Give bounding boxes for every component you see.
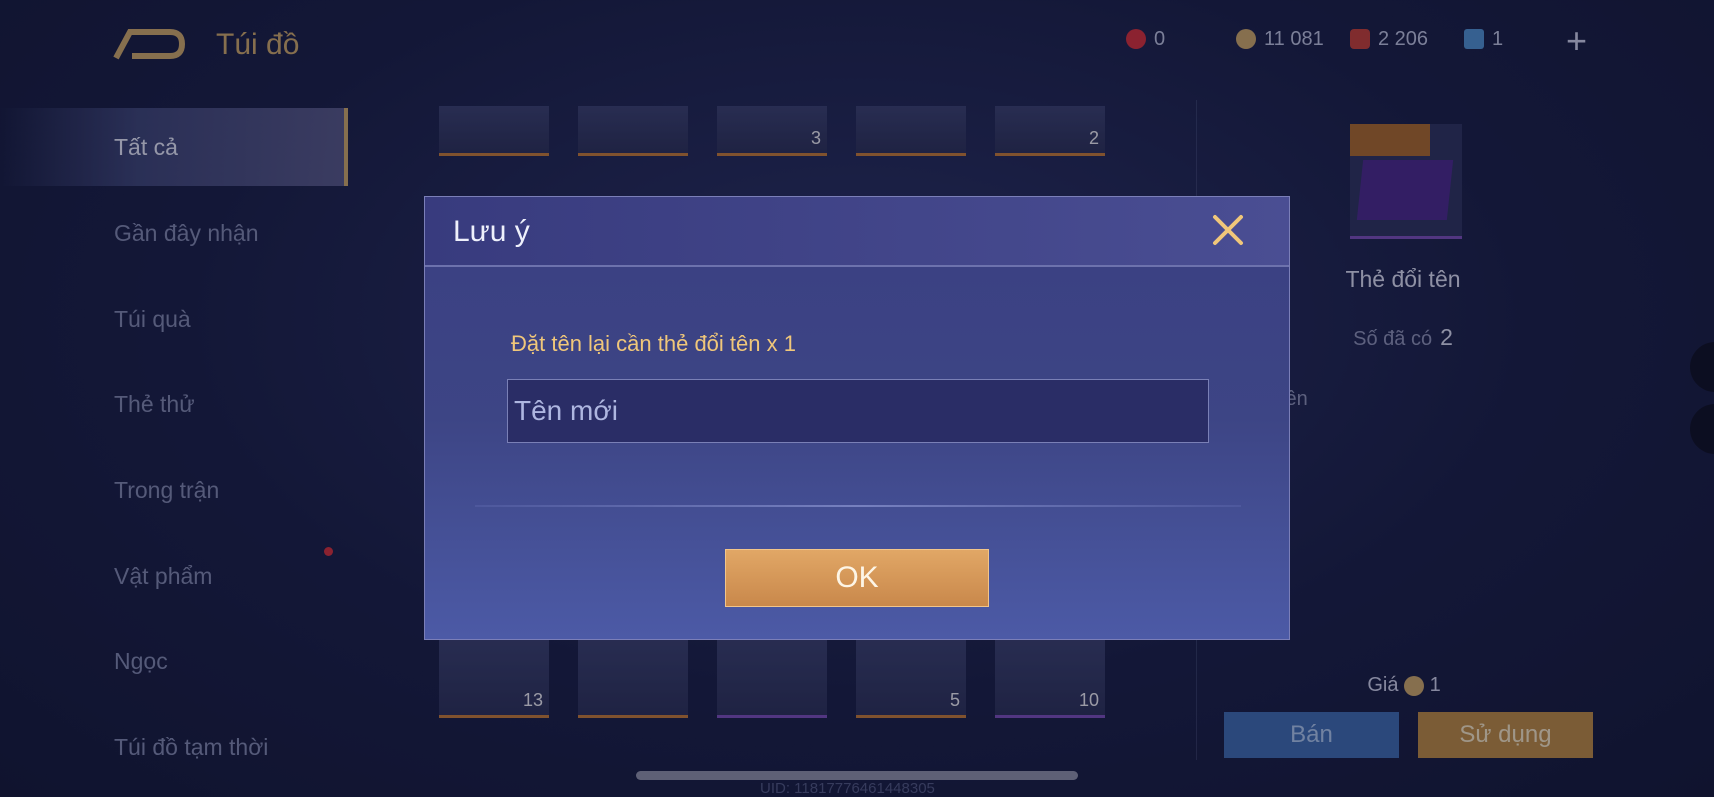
new-name-input[interactable]	[507, 379, 1209, 443]
ok-button[interactable]: OK	[725, 549, 989, 607]
dialog-header: Lưu ý	[425, 197, 1289, 267]
close-button[interactable]	[1207, 209, 1249, 251]
rename-dialog: Lưu ý Đặt tên lại cần thẻ đổi tên x 1 OK	[424, 196, 1290, 640]
close-icon	[1213, 215, 1243, 245]
divider	[475, 505, 1241, 507]
dialog-title: Lưu ý	[453, 215, 530, 248]
dialog-message: Đặt tên lại cần thẻ đổi tên x 1	[511, 331, 796, 356]
